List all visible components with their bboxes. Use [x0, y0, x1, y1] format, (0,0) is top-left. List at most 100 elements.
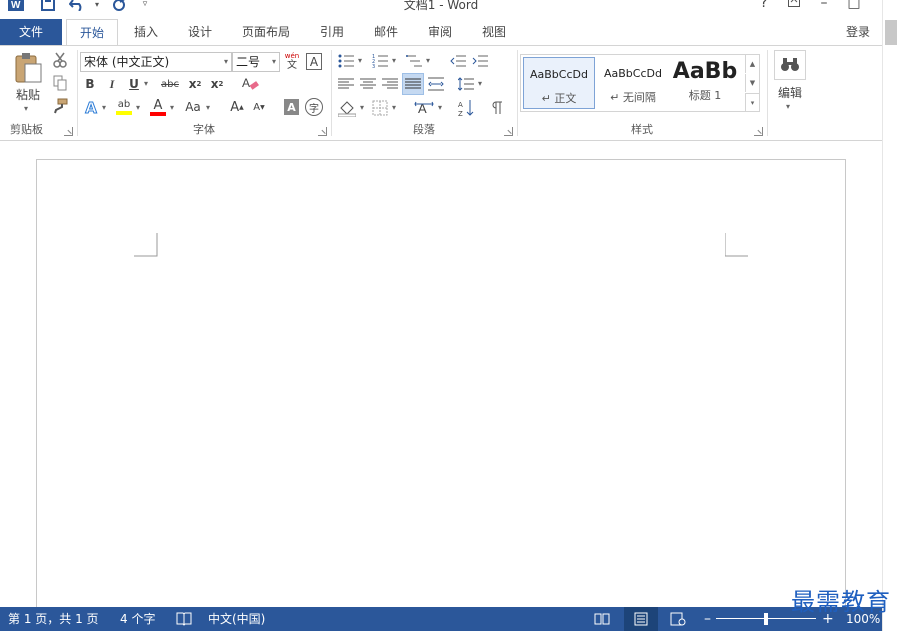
underline-dropdown-icon[interactable]: ▾ [144, 79, 148, 88]
font-dialog-launcher[interactable] [318, 127, 327, 136]
style-name: ↵ 正文 [541, 92, 577, 105]
format-painter-icon[interactable] [50, 97, 70, 115]
character-border-icon[interactable]: A [306, 53, 322, 70]
binoculars-icon[interactable] [774, 50, 806, 80]
editing-dropdown-icon[interactable]: ▾ [786, 102, 790, 111]
grow-font-icon[interactable]: A ▲ [228, 98, 246, 116]
font-name-combobox[interactable]: 宋体 (中文正文) ▾ [80, 52, 232, 72]
clear-formatting-icon[interactable]: A [240, 74, 260, 94]
multilevel-list-icon[interactable] [404, 52, 424, 70]
web-layout-icon[interactable] [670, 607, 686, 631]
numbering-dropdown-icon[interactable]: ▾ [392, 56, 396, 65]
change-case-button[interactable]: Aa [182, 98, 204, 116]
svg-text:A: A [418, 101, 427, 116]
vertical-scrollbar[interactable] [882, 0, 899, 631]
style-heading-1[interactable]: AaBb 标题 1 [671, 57, 739, 109]
gallery-scroll-down-icon[interactable]: ▼ [745, 74, 759, 92]
clipboard-dialog-launcher[interactable] [64, 127, 73, 136]
tab-design[interactable]: 设计 [180, 19, 220, 45]
align-center-icon[interactable] [358, 75, 378, 93]
text-effects-dropdown-icon[interactable]: ▾ [102, 103, 106, 112]
word-count[interactable]: 4 个字 [120, 607, 155, 631]
tab-insert[interactable]: 插入 [126, 19, 166, 45]
bullets-dropdown-icon[interactable]: ▾ [358, 56, 362, 65]
tab-references[interactable]: 引用 [312, 19, 352, 45]
text-effects-icon[interactable]: A [82, 99, 100, 118]
tab-review[interactable]: 审阅 [420, 19, 460, 45]
cut-icon[interactable] [50, 51, 70, 69]
numbering-icon[interactable]: 123 [370, 52, 390, 70]
window-title: 文档1 - Word [403, 0, 479, 12]
maximize-button[interactable]: □ [842, 0, 866, 12]
subscript-button[interactable]: x2 [186, 75, 204, 93]
page-count[interactable]: 第 1 页，共 1 页 [8, 607, 99, 631]
style-sample: AaBb [672, 59, 738, 84]
minimize-button[interactable]: – [812, 0, 836, 12]
print-layout-icon[interactable] [624, 607, 658, 631]
align-left-icon[interactable] [336, 75, 356, 93]
gallery-scroll-up-icon[interactable]: ▲ [745, 55, 759, 73]
tab-page-layout[interactable]: 页面布局 [234, 19, 298, 45]
font-color-dropdown-icon[interactable]: ▾ [170, 103, 174, 112]
chinese-layout-icon[interactable]: A [412, 98, 436, 118]
phonetic-guide-icon[interactable]: wén 文 [282, 51, 302, 71]
ribbon-display-options-button[interactable] [782, 0, 806, 12]
styles-dialog-launcher[interactable] [754, 127, 763, 136]
show-formatting-marks-icon[interactable] [488, 98, 508, 118]
character-shading-icon[interactable]: A [284, 99, 299, 115]
enclose-characters-icon[interactable]: 字 [305, 98, 323, 116]
sign-in-link[interactable]: 登录 [846, 19, 870, 45]
read-mode-icon[interactable] [594, 607, 610, 631]
paragraph-dialog-launcher[interactable] [504, 127, 513, 136]
tab-home[interactable]: 开始 [66, 19, 118, 46]
font-color-glyph: A [153, 97, 163, 113]
tab-mailings[interactable]: 邮件 [366, 19, 406, 45]
italic-button[interactable]: I [104, 75, 120, 93]
strikethrough-button[interactable]: abc [158, 75, 182, 93]
underline-button[interactable]: U [126, 75, 142, 93]
distributed-icon[interactable] [426, 75, 446, 93]
highlight-dropdown-icon[interactable]: ▾ [136, 103, 140, 112]
scrollbar-thumb[interactable] [885, 20, 897, 45]
borders-dropdown-icon[interactable]: ▾ [392, 103, 396, 112]
tab-file[interactable]: 文件 [0, 19, 62, 45]
shading-dropdown-icon[interactable]: ▾ [360, 103, 364, 112]
proofing-icon[interactable] [176, 607, 192, 631]
superscript-button[interactable]: x2 [208, 75, 226, 93]
help-button[interactable]: ? [752, 0, 776, 12]
zoom-slider-thumb[interactable] [764, 613, 768, 625]
language-indicator[interactable]: 中文(中国) [208, 607, 265, 631]
line-spacing-icon[interactable] [456, 75, 476, 93]
text-highlight-icon[interactable]: ab [114, 97, 134, 117]
borders-icon[interactable] [370, 98, 390, 118]
chinese-layout-dropdown-icon[interactable]: ▾ [438, 103, 442, 112]
paste-icon[interactable] [10, 52, 46, 84]
bold-button[interactable]: B [82, 75, 98, 93]
document-page[interactable] [36, 159, 846, 619]
style-no-spacing[interactable]: AaBbCcDd ↵ 无间隔 [597, 57, 669, 109]
font-size-combobox[interactable]: 二号 ▾ [232, 52, 280, 72]
font-color-icon[interactable]: A [148, 97, 168, 117]
editing-button-label[interactable]: 编辑 [770, 84, 810, 100]
multilevel-dropdown-icon[interactable]: ▾ [426, 56, 430, 65]
sort-icon[interactable]: AZ [456, 98, 476, 118]
tab-view[interactable]: 视图 [474, 19, 514, 45]
style-normal[interactable]: AaBbCcDd ↵ 正文 [523, 57, 595, 109]
change-case-dropdown-icon[interactable]: ▾ [206, 103, 210, 112]
paragraph-group-label: 段落 [413, 123, 435, 136]
chevron-down-icon: ▾ [223, 57, 228, 66]
increase-indent-icon[interactable] [470, 52, 490, 70]
paste-button-label[interactable]: 粘贴 [8, 86, 48, 102]
shading-icon[interactable] [336, 98, 358, 118]
styles-gallery: AaBbCcDd ↵ 正文 AaBbCcDd ↵ 无间隔 AaBb 标题 1 ▲… [520, 54, 760, 112]
copy-icon[interactable] [50, 74, 70, 92]
line-spacing-dropdown-icon[interactable]: ▾ [478, 79, 482, 88]
decrease-indent-icon[interactable] [448, 52, 468, 70]
paste-dropdown-icon[interactable]: ▾ [24, 104, 28, 113]
shrink-font-icon[interactable]: A ▼ [250, 98, 268, 116]
zoom-out-button[interactable]: – [704, 607, 711, 631]
align-right-icon[interactable] [380, 75, 400, 93]
gallery-more-icon[interactable]: ▾ [745, 93, 759, 111]
bullets-icon[interactable] [336, 52, 356, 70]
justify-icon[interactable] [402, 73, 424, 95]
